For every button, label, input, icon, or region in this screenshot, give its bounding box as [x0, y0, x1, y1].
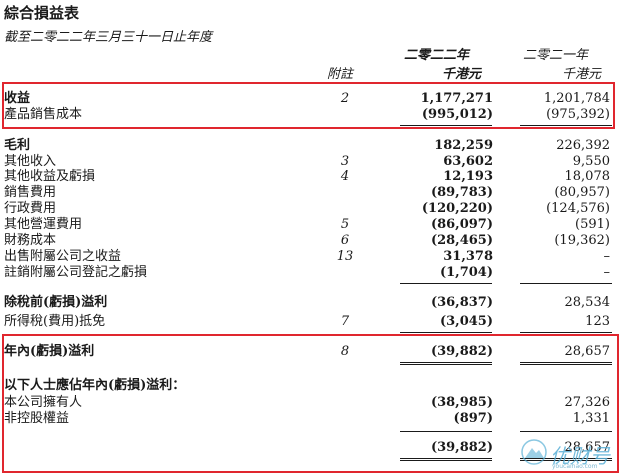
row-current: (3,045): [439, 314, 493, 329]
row-label: 除稅前(虧損)溢利: [4, 295, 108, 310]
row-prior: (19,362): [554, 233, 610, 248]
row-admin-expenses: 行政費用 (120,220) (124,576): [0, 200, 621, 217]
col-current-year: 二零二二年: [404, 48, 470, 63]
row-prior: (80,957): [554, 185, 610, 200]
row-current: 31,378: [443, 249, 493, 264]
row-prior: (124,576): [546, 201, 610, 216]
row-current: (120,220): [421, 201, 493, 216]
row-label: 所得稅(費用)抵免: [4, 314, 106, 329]
row-current: 12,193: [443, 169, 493, 184]
row-prior: (591): [575, 217, 610, 232]
watermark: 优财号 youcaihao.com: [520, 436, 616, 472]
row-current: (86,097): [430, 217, 493, 232]
row-finance-costs: 財務成本 6 (28,465) (19,362): [0, 232, 621, 249]
row-current: (89,783): [430, 185, 493, 200]
highlight-revenue-box: [2, 82, 615, 129]
row-label: 其他營運費用: [4, 217, 83, 232]
statement-title: 綜合損益表: [4, 4, 80, 22]
row-loss-on-deregistration: 註銷附屬公司登記之虧損 (1,704) –: [0, 264, 621, 281]
row-current: 182,259: [434, 138, 493, 153]
row-note: 6: [340, 233, 350, 248]
row-current: (1,704): [439, 265, 493, 280]
col-prior-year: 二零二一年: [523, 48, 589, 63]
watermark-subtext: youcaihao.com: [552, 463, 598, 470]
row-prior: 123: [585, 314, 610, 329]
row-note: 13: [336, 249, 354, 264]
row-current: (36,837): [430, 295, 493, 310]
statement-period: 截至二零二二年三月三十一日止年度: [4, 30, 213, 45]
row-label: 其他收益及虧損: [4, 169, 96, 184]
row-prior: 226,392: [556, 138, 610, 153]
row-label: 行政費用: [4, 201, 57, 216]
subtotal-rule-current: [400, 332, 492, 333]
row-label: 出售附屬公司之收益: [4, 249, 122, 264]
row-selling-expenses: 銷售費用 (89,783) (80,957): [0, 184, 621, 201]
row-note: 4: [340, 169, 350, 184]
row-prior: –: [603, 265, 611, 280]
row-label: 財務成本: [4, 233, 57, 248]
row-label: 註銷附屬公司登記之虧損: [4, 265, 148, 280]
row-note: 5: [340, 217, 350, 232]
subtotal-rule-prior: [520, 283, 612, 284]
row-note: 7: [340, 314, 350, 329]
row-prior: 18,078: [564, 169, 611, 184]
row-gain-on-disposal: 出售附屬公司之收益 13 31,378 –: [0, 248, 621, 265]
row-profit-before-tax: 除稅前(虧損)溢利 (36,837) 28,534: [0, 294, 621, 311]
row-prior: 28,534: [564, 295, 611, 310]
subtotal-rule-prior: [520, 332, 612, 333]
row-label: 銷售費用: [4, 185, 57, 200]
subtotal-rule-current: [400, 283, 492, 284]
col-prior-unit: 千港元: [562, 67, 602, 82]
row-gross-profit: 毛利 182,259 226,392: [0, 137, 621, 154]
row-other-gains-losses: 其他收益及虧損 4 12,193 18,078: [0, 168, 621, 185]
col-current-unit: 千港元: [442, 67, 482, 82]
col-note-header: 附註: [327, 67, 354, 82]
mountain-logo-icon: [521, 439, 547, 465]
row-other-operating-expenses: 其他營運費用 5 (86,097) (591): [0, 216, 621, 233]
row-current: (28,465): [430, 233, 493, 248]
row-income-tax: 所得稅(費用)抵免 7 (3,045) 123: [0, 313, 621, 330]
row-label: 毛利: [4, 138, 31, 153]
row-prior: –: [603, 249, 611, 264]
